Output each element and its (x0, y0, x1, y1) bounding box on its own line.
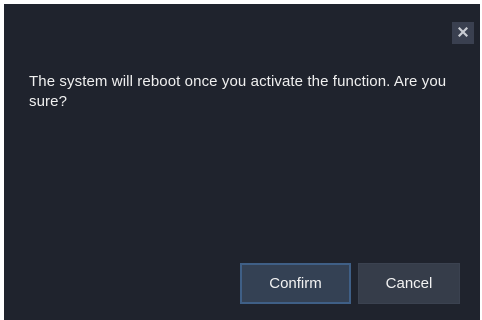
close-button[interactable] (452, 22, 474, 44)
reboot-confirm-dialog: The system will reboot once you activate… (4, 4, 480, 320)
confirm-button[interactable]: Confirm (240, 263, 351, 304)
dialog-message: The system will reboot once you activate… (29, 73, 447, 110)
close-icon (457, 24, 469, 42)
cancel-button[interactable]: Cancel (358, 263, 460, 304)
